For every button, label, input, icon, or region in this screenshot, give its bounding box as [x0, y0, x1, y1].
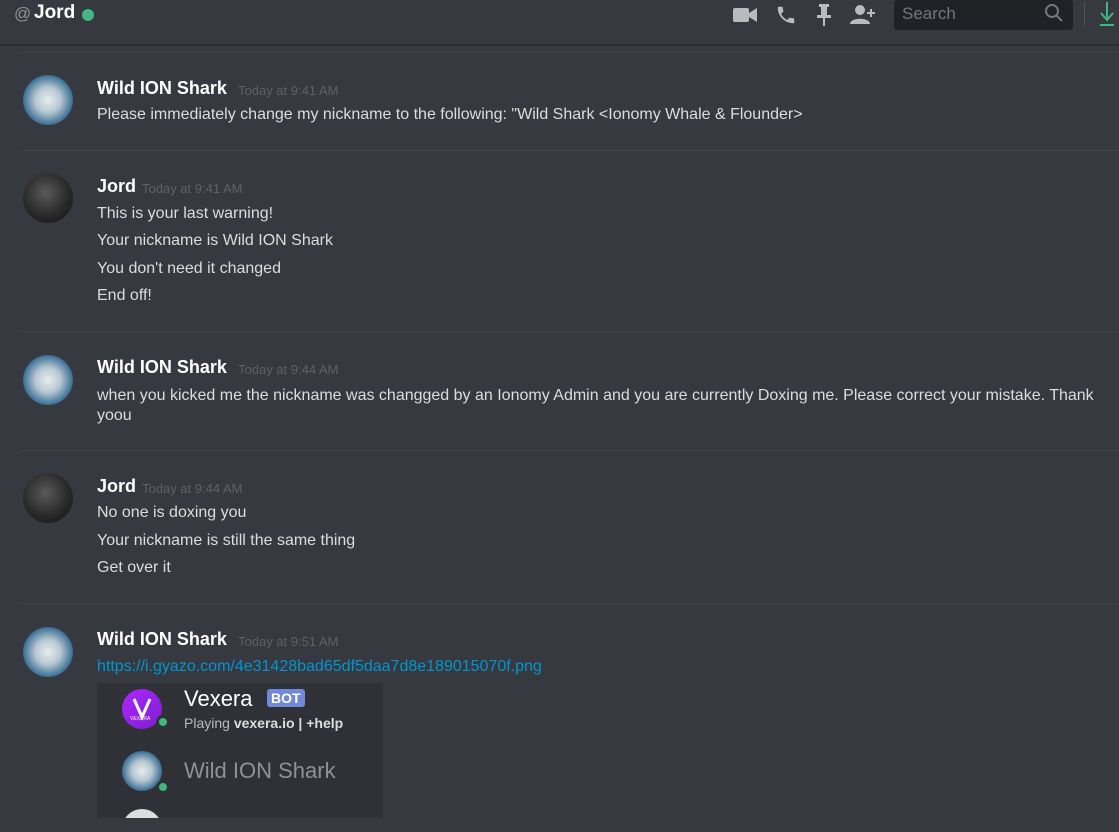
vexera-avatar-text: VEXERA	[130, 716, 151, 722]
message-line: Your nickname is Wild ION Shark	[97, 232, 333, 249]
search-placeholder: Search	[902, 4, 956, 23]
add-friend-icon[interactable]	[850, 0, 878, 30]
message-line: This is your last warning!	[97, 205, 274, 222]
header-separator	[1084, 2, 1085, 26]
pin-icon[interactable]	[814, 0, 834, 30]
search-icon	[1044, 3, 1064, 28]
message-timestamp: Today at 9:41 AM	[238, 83, 339, 98]
message-line: No one is doxing you	[97, 504, 247, 521]
message-link[interactable]: https://i.gyazo.com/4e31428bad65df5daa7d…	[97, 658, 542, 676]
member-avatar	[122, 809, 162, 818]
voice-call-icon[interactable]	[774, 0, 798, 30]
message-author[interactable]: Wild ION Shark	[97, 357, 227, 378]
message-line: You don't need it changed	[97, 260, 281, 277]
at-symbol: @	[14, 4, 32, 23]
message-divider	[20, 603, 1119, 604]
embedded-image[interactable]: VEXERA Vexera BOT Playing vexera.io | +h…	[97, 683, 383, 818]
video-call-icon[interactable]	[732, 0, 758, 30]
member-name: Wild ION Shark	[184, 758, 336, 783]
message-line: Get over it	[97, 559, 171, 576]
avatar[interactable]	[23, 75, 73, 125]
member-activity: Playing vexera.io | +help	[184, 715, 344, 731]
message-author[interactable]: Wild ION Shark	[97, 629, 227, 650]
avatar[interactable]	[23, 355, 73, 405]
message-divider	[20, 450, 1119, 451]
search-input[interactable]: Search	[894, 0, 1073, 30]
message-timestamp: Today at 9:41 AM	[142, 181, 243, 196]
message-line: when you kicked me the nickname was chan…	[97, 387, 1094, 424]
message-author[interactable]: Wild ION Shark	[97, 78, 227, 99]
message-divider	[20, 331, 1119, 332]
message-timestamp: Today at 9:44 AM	[238, 362, 339, 377]
message-author[interactable]: Jord	[97, 476, 136, 497]
download-icon[interactable]	[1098, 0, 1116, 35]
avatar[interactable]	[23, 173, 73, 223]
online-status-dot	[82, 9, 94, 21]
avatar[interactable]	[23, 473, 73, 523]
message-line: Please immediately change my nickname to…	[97, 106, 803, 123]
message-line: Your nickname is still the same thing	[97, 532, 356, 549]
channel-header: @ Jord Search	[0, 0, 1119, 45]
message-line: End off!	[97, 287, 152, 304]
online-status-dot	[156, 780, 170, 794]
message-author[interactable]: Jord	[97, 176, 136, 197]
avatar[interactable]	[23, 627, 73, 677]
message-timestamp: Today at 9:44 AM	[142, 481, 243, 496]
message-divider	[20, 150, 1119, 151]
message-timestamp: Today at 9:51 AM	[238, 634, 339, 649]
online-status-dot	[156, 715, 170, 729]
channel-title: Jord	[34, 2, 76, 23]
message-divider	[20, 52, 1119, 53]
bot-badge: BOT	[267, 689, 305, 707]
member-name: Vexera	[184, 686, 253, 711]
